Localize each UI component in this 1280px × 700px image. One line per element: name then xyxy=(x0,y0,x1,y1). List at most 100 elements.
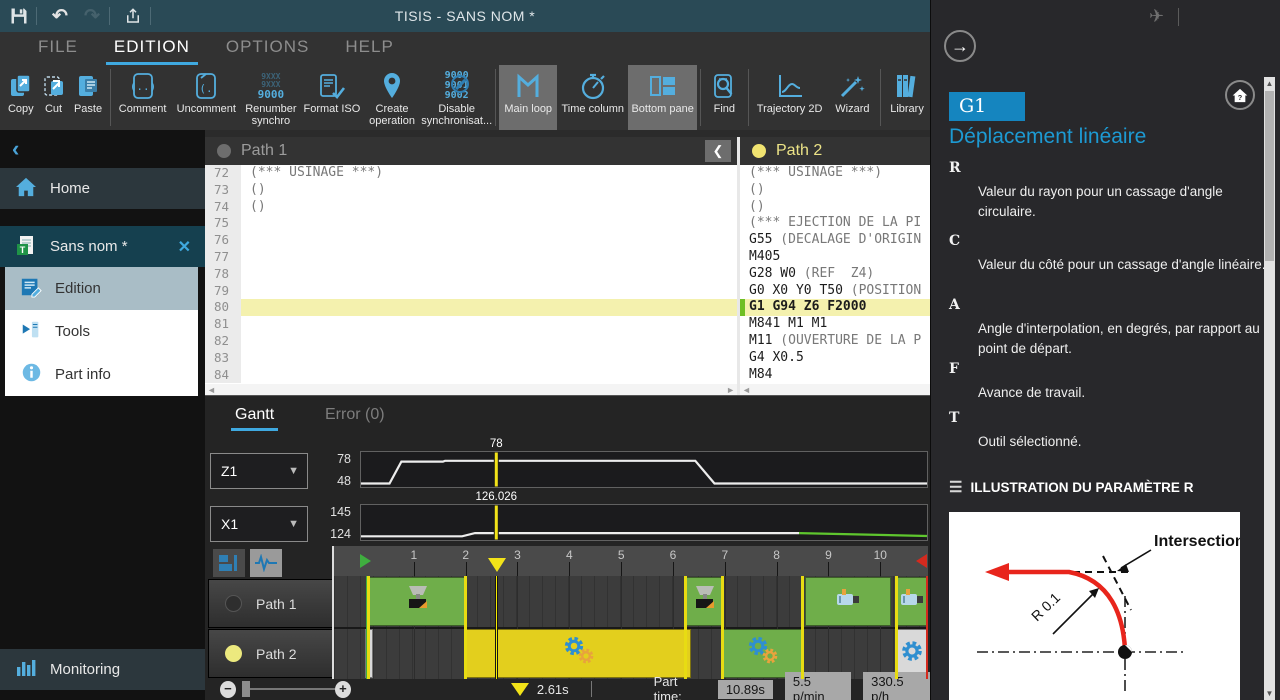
help-home-button[interactable]: ? xyxy=(1225,80,1255,110)
zoom-in-button[interactable]: + xyxy=(335,681,351,698)
turning-tool-icon xyxy=(400,584,434,619)
code-line[interactable]: (*** EJECTION DE LA PI xyxy=(740,215,930,232)
cut-button[interactable]: Cut xyxy=(38,65,70,130)
ruler-tick-label: 8 xyxy=(765,548,789,562)
code-line[interactable]: M84 xyxy=(740,367,930,384)
radius-label: R 0.1 xyxy=(1028,589,1063,624)
code-line[interactable]: 82 xyxy=(205,333,737,350)
code-line[interactable]: G55 (DECALAGE D'ORIGIN xyxy=(740,232,930,249)
axis-select-x1[interactable]: X1 ▼ xyxy=(210,506,308,542)
scroll-up-icon[interactable]: ▲ xyxy=(1264,79,1275,88)
sidebar-item-monitoring[interactable]: Monitoring xyxy=(0,649,205,690)
create-operation-button[interactable]: Create operation xyxy=(363,65,421,130)
uncomment-button[interactable]: (. Uncomment xyxy=(172,65,241,130)
gantt-block-path1[interactable] xyxy=(897,577,928,626)
sidebar-item-part-info[interactable]: Part info xyxy=(5,353,198,396)
gantt-block-path1[interactable] xyxy=(686,577,722,626)
sidebar-collapse-icon[interactable]: ‹ xyxy=(0,130,205,162)
time-column-button[interactable]: Time column xyxy=(557,65,628,130)
menu-edition[interactable]: EDITION xyxy=(96,33,208,65)
wizard-button[interactable]: Wizard xyxy=(828,65,878,130)
code-line[interactable]: 80 xyxy=(205,299,737,316)
gantt-tracks[interactable] xyxy=(334,576,928,679)
path2-code[interactable]: (*** USINAGE ***)()()(*** EJECTION DE LA… xyxy=(740,165,930,384)
library-button[interactable]: Library xyxy=(884,65,930,130)
code-line[interactable]: M405 xyxy=(740,249,930,266)
find-button[interactable]: Find xyxy=(704,65,745,130)
code-line[interactable]: 73() xyxy=(205,182,737,199)
code-line[interactable]: 79 xyxy=(205,283,737,300)
gantt-cursor-line[interactable] xyxy=(495,576,498,679)
paste-button[interactable]: Paste xyxy=(69,65,106,130)
code-line[interactable]: 83 xyxy=(205,350,737,367)
toolbar-separator xyxy=(748,69,749,126)
code-line[interactable]: () xyxy=(740,199,930,216)
scroll-right-icon[interactable]: ► xyxy=(726,385,735,395)
axis-select-z1[interactable]: Z1 ▼ xyxy=(210,453,308,489)
code-line[interactable]: 76 xyxy=(205,232,737,249)
chart-cursor[interactable] xyxy=(494,505,498,540)
gantt-block-path1[interactable] xyxy=(805,577,891,626)
sidebar-item-home[interactable]: Home xyxy=(0,168,205,209)
code-line[interactable]: (*** USINAGE ***) xyxy=(740,165,930,182)
scroll-left-icon[interactable]: ◄ xyxy=(742,385,751,395)
path1-collapse-icon[interactable]: ❮ xyxy=(705,140,731,162)
menu-help[interactable]: HELP xyxy=(327,33,411,65)
code-line[interactable]: M841 M1 M1 xyxy=(740,316,930,333)
code-line[interactable]: 72(*** USINAGE ***) xyxy=(205,165,737,182)
code-line[interactable]: 77 xyxy=(205,249,737,266)
sidebar-item-tools[interactable]: Tools xyxy=(5,310,198,353)
help-panel-scrollbar[interactable]: ▲ ▼ xyxy=(1264,77,1275,700)
menu-options[interactable]: OPTIONS xyxy=(208,33,328,65)
gantt-block-path1[interactable] xyxy=(368,577,465,626)
scrollbar-thumb[interactable] xyxy=(1265,91,1274,261)
code-line[interactable]: M11 (OUVERTURE DE LA P xyxy=(740,333,930,350)
code-line[interactable]: 74() xyxy=(205,199,737,216)
main-loop-button[interactable]: Main loop xyxy=(499,65,557,130)
menu-file[interactable]: FILE xyxy=(20,33,96,65)
gantt-block-path2[interactable] xyxy=(897,629,928,678)
x1-cursor-value: 126.026 xyxy=(475,491,517,503)
scroll-down-icon[interactable]: ▼ xyxy=(1264,689,1275,698)
comment-button[interactable]: (..) Comment xyxy=(113,65,171,130)
collapse-panel-button[interactable]: → xyxy=(944,30,976,62)
path1-hscrollbar[interactable]: ◄► xyxy=(205,384,737,395)
code-line[interactable]: 84 xyxy=(205,367,737,384)
trajectory-2d-button[interactable]: Trajectory 2D xyxy=(752,65,828,130)
renumber-synchro-button[interactable]: 9XXX9XXX9000 Renumber synchro xyxy=(241,65,301,130)
gantt-block-path2[interactable] xyxy=(722,629,802,678)
format-iso-button[interactable]: Format ISO xyxy=(301,65,363,130)
zoom-slider-track[interactable] xyxy=(250,688,335,690)
ruler-tick xyxy=(517,562,518,576)
disable-synchronisation-button[interactable]: 900090019002 Disable synchronisat... xyxy=(421,65,492,130)
zoom-slider-handle[interactable] xyxy=(242,681,250,697)
tab-gantt[interactable]: Gantt xyxy=(235,406,274,424)
chart-cursor[interactable] xyxy=(494,452,498,487)
gantt-block-path2[interactable] xyxy=(466,629,692,678)
copy-button[interactable]: Copy xyxy=(4,65,38,130)
sidebar-document-tab[interactable]: T Sans nom * ✕ xyxy=(0,226,205,267)
gantt-ruler[interactable]: 12345678910 xyxy=(334,546,928,576)
scroll-left-icon[interactable]: ◄ xyxy=(207,385,216,395)
line-number: 75 xyxy=(205,215,241,232)
code-line[interactable]: G4 X0.5 xyxy=(740,350,930,367)
code-line[interactable]: 78 xyxy=(205,266,737,283)
sync-line xyxy=(721,576,724,679)
code-line[interactable]: G28 W0 (REF Z4) xyxy=(740,266,930,283)
waveform-view-toggle[interactable] xyxy=(250,549,282,577)
code-line[interactable]: G0 X0 Y0 T50 (POSITION xyxy=(740,283,930,300)
gantt-view-toggle[interactable] xyxy=(213,549,245,577)
timeline-cursor-marker[interactable] xyxy=(488,558,506,572)
zoom-out-button[interactable]: − xyxy=(220,681,236,698)
code-line[interactable]: () xyxy=(740,182,930,199)
bottom-pane-button[interactable]: Bottom pane xyxy=(628,65,697,130)
sidebar-item-edition[interactable]: Edition xyxy=(5,267,198,310)
path2-hscrollbar[interactable]: ◄ xyxy=(740,384,930,395)
close-icon[interactable]: ✕ xyxy=(178,237,191,257)
code-line[interactable]: G1 G94 Z6 F2000 xyxy=(740,299,930,316)
code-line[interactable]: 75 xyxy=(205,215,737,232)
param-desc-f: Avance de travail. xyxy=(978,383,1270,403)
tab-error[interactable]: Error (0) xyxy=(325,406,385,424)
code-line[interactable]: 81 xyxy=(205,316,737,333)
path1-code[interactable]: 72(*** USINAGE ***)73()74()7576777879808… xyxy=(205,165,737,384)
